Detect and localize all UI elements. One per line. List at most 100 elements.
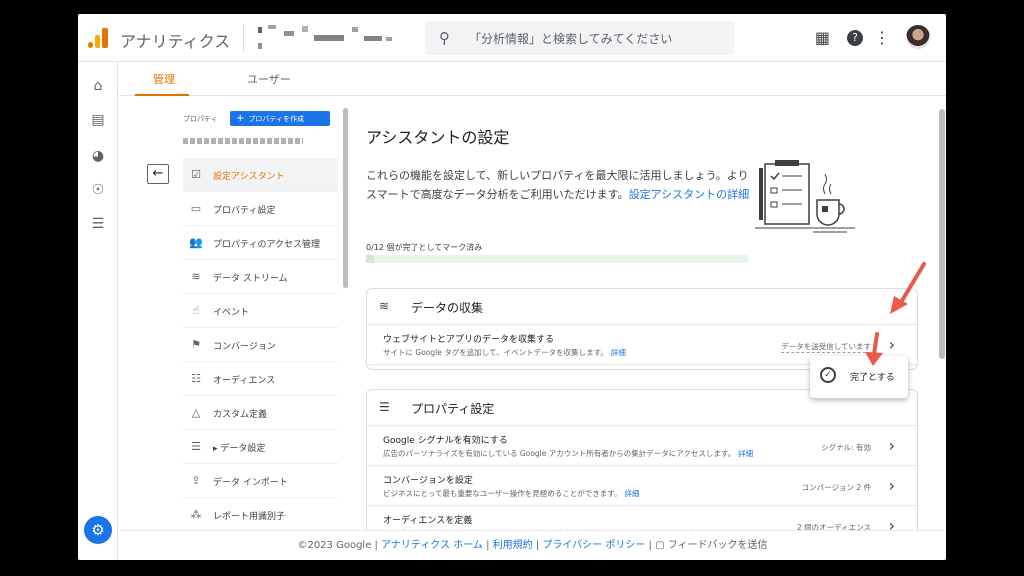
progress-bar	[366, 255, 748, 263]
more-vert-icon[interactable]: ⋮	[874, 28, 890, 47]
task-status: データを送受信しています	[781, 342, 871, 353]
database-icon: ☰	[379, 400, 390, 414]
nav-item[interactable]: ⇪ データ インポート	[183, 464, 338, 498]
task-description-text: サイトに Google タグを追加して、イベントデータを収集します。	[383, 348, 608, 357]
task-description: ビジネスにとって最も重要なユーザー操作を見極めることができます。 詳細	[383, 488, 640, 499]
setup-assistant-details-link[interactable]: 設定アシスタントの詳細	[629, 188, 750, 201]
nav-item[interactable]: ≋ データ ストリーム	[183, 260, 338, 294]
task-title: ウェブサイトとアプリのデータを収集する	[383, 335, 555, 345]
nav-item-label: カスタム定義	[213, 410, 268, 420]
back-arrow-icon[interactable]: ←	[147, 164, 169, 184]
avatar[interactable]	[906, 25, 930, 49]
plus-icon: +	[236, 113, 245, 124]
feedback-icon[interactable]: ▢	[655, 540, 664, 551]
chevron-right-icon[interactable]: ›	[889, 335, 895, 354]
admin-gear-icon[interactable]: ⚙	[84, 516, 112, 544]
nav-item-label: プロパティのアクセス管理	[213, 240, 321, 250]
feedback-link[interactable]: フィードバックを送信	[668, 540, 768, 551]
apps-grid-icon[interactable]: ▦	[815, 28, 830, 47]
people-icon: 👥	[189, 236, 203, 249]
checklist-icon: ☑	[191, 168, 201, 181]
nav-item[interactable]: 👥 プロパティのアクセス管理	[183, 226, 338, 260]
mark-complete-menu[interactable]: ✓ 完了とする	[810, 356, 908, 398]
task-description-text: ビジネスにとって最も重要なユーザー操作を見極めることができます。	[383, 489, 622, 498]
intro-text: これらの機能を設定して、新しいプロパティを最大限に活用しましょう。よりスマートで…	[366, 166, 751, 204]
nav-item[interactable]: ☷ オーディエンス	[183, 362, 338, 396]
footer-link-privacy[interactable]: プライバシー ポリシー	[542, 540, 645, 551]
task-status: シグナル: 有効	[821, 443, 871, 452]
nav-item[interactable]: △ カスタム定義	[183, 396, 338, 430]
search-bar[interactable]: ⚲ 「分析情報」と検索してみてください	[425, 21, 734, 55]
home-icon[interactable]: ⌂	[88, 76, 108, 96]
setup-task-row[interactable]: コンバージョンを設定ビジネスにとって最も重要なユーザー操作を見極めることができま…	[367, 466, 917, 506]
analytics-logo-icon[interactable]	[88, 26, 110, 48]
progress-text: 0/12 個が完了としてマーク済み	[366, 243, 483, 252]
reports-icon[interactable]: ▤	[88, 110, 108, 130]
copyright: ©2023 Google	[297, 540, 372, 551]
advertising-icon[interactable]: ☉	[88, 180, 108, 200]
chevron-right-icon[interactable]: ›	[889, 476, 895, 495]
nav-item[interactable]: ⚑ コンバージョン	[183, 328, 338, 362]
nav-item[interactable]: ▭ プロパティ設定	[183, 192, 338, 226]
details-link[interactable]: 詳細	[611, 348, 626, 357]
app-title: アナリティクス	[120, 32, 231, 51]
nav-scrollbar[interactable]	[343, 108, 348, 288]
tab-admin[interactable]: 管理	[153, 71, 175, 87]
shapes-icon: △	[191, 406, 201, 419]
details-link[interactable]: 詳細	[738, 449, 753, 458]
upload-icon: ⇪	[191, 474, 201, 487]
nav-item-label: レポート用識別子	[213, 512, 286, 522]
card-title: プロパティ設定	[411, 402, 495, 416]
admin-tabs: 管理 ユーザー	[119, 62, 946, 96]
create-property-button[interactable]: + プロパティを作成	[230, 111, 330, 126]
nav-item[interactable]: ⁂ レポート用識別子	[183, 498, 338, 532]
nav-item-label: ▸ データ設定	[213, 444, 266, 454]
search-icon: ⚲	[439, 29, 450, 47]
mark-complete-label: 完了とする	[850, 373, 895, 383]
touch-icon: ☝	[192, 304, 200, 317]
details-link[interactable]: 詳細	[625, 489, 640, 498]
main-scrollbar[interactable]	[939, 109, 945, 359]
progress-bar-fill	[366, 255, 374, 263]
nav-item[interactable]: ☰ ▸ データ設定	[183, 430, 338, 464]
setup-task-row[interactable]: Google シグナルを有効にする広告のパーソナライズを有効にしている Goog…	[367, 426, 917, 466]
page-title: アシスタントの設定	[366, 128, 510, 147]
footer: ©2023 Google | アナリティクス ホーム | 利用規約 | プライバ…	[119, 530, 946, 560]
task-description: 広告のパーソナライズを有効にしている Google アカウント所有者からの集計デ…	[383, 448, 753, 459]
task-title: コンバージョンを設定	[383, 476, 473, 486]
task-title: オーディエンスを定義	[383, 516, 473, 526]
check-circle-icon: ✓	[820, 367, 836, 383]
task-title: Google シグナルを有効にする	[383, 436, 508, 446]
chevron-right-icon[interactable]: ›	[889, 436, 895, 455]
audience-icon: ☷	[191, 372, 201, 385]
main-content: アシスタントの設定 これらの機能を設定して、新しいプロパティを最大限に活用しまし…	[366, 96, 936, 536]
card-title: データの収集	[411, 301, 484, 315]
account-selector[interactable]	[256, 23, 406, 53]
configure-icon[interactable]: ☰	[88, 214, 108, 234]
nav-item-label: プロパティ設定	[213, 206, 276, 216]
task-description: サイトに Google タグを追加して、イベントデータを収集します。 詳細	[383, 347, 626, 358]
nav-item[interactable]: ☝ イベント	[183, 294, 338, 328]
setup-card: ☰ プロパティ設定 Google シグナルを有効にする広告のパーソナライズを有効にし…	[366, 389, 918, 536]
top-bar: アナリティクス ⚲ 「分析情報」と検索してみてください ▦ ? ⋮	[78, 14, 946, 62]
footer-link-terms[interactable]: 利用規約	[493, 540, 533, 551]
property-nav: プロパティ + プロパティを作成 ☑ 設定アシスタント ▭ プロパティ設定 👥 プロパティの…	[183, 100, 346, 540]
nav-item[interactable]: ☑ 設定アシスタント	[183, 158, 338, 192]
task-status: コンバージョン 2 件	[801, 483, 871, 492]
left-rail: ⌂ ▤ ◕ ☉ ☰ ⚙	[78, 62, 118, 560]
task-description-text: 広告のパーソナライズを有効にしている Google アカウント所有者からの集計デ…	[383, 449, 736, 458]
nav-item-label: コンバージョン	[213, 342, 276, 352]
divider	[243, 24, 244, 52]
tab-user[interactable]: ユーザー	[247, 71, 291, 87]
clipboard-coffee-illustration	[755, 160, 855, 233]
layout-icon: ▭	[190, 202, 202, 215]
annotation-arrow-icon	[890, 262, 926, 314]
nav-item-label: オーディエンス	[213, 376, 276, 386]
flag-icon: ⚑	[191, 338, 201, 351]
footer-link-analytics-home[interactable]: アナリティクス ホーム	[381, 540, 483, 551]
help-icon[interactable]: ?	[847, 30, 863, 46]
nav-item-label: 設定アシスタント	[213, 172, 285, 182]
explore-icon[interactable]: ◕	[88, 146, 108, 166]
property-name-redacted	[183, 138, 303, 144]
search-placeholder: 「分析情報」と検索してみてください	[469, 32, 673, 46]
